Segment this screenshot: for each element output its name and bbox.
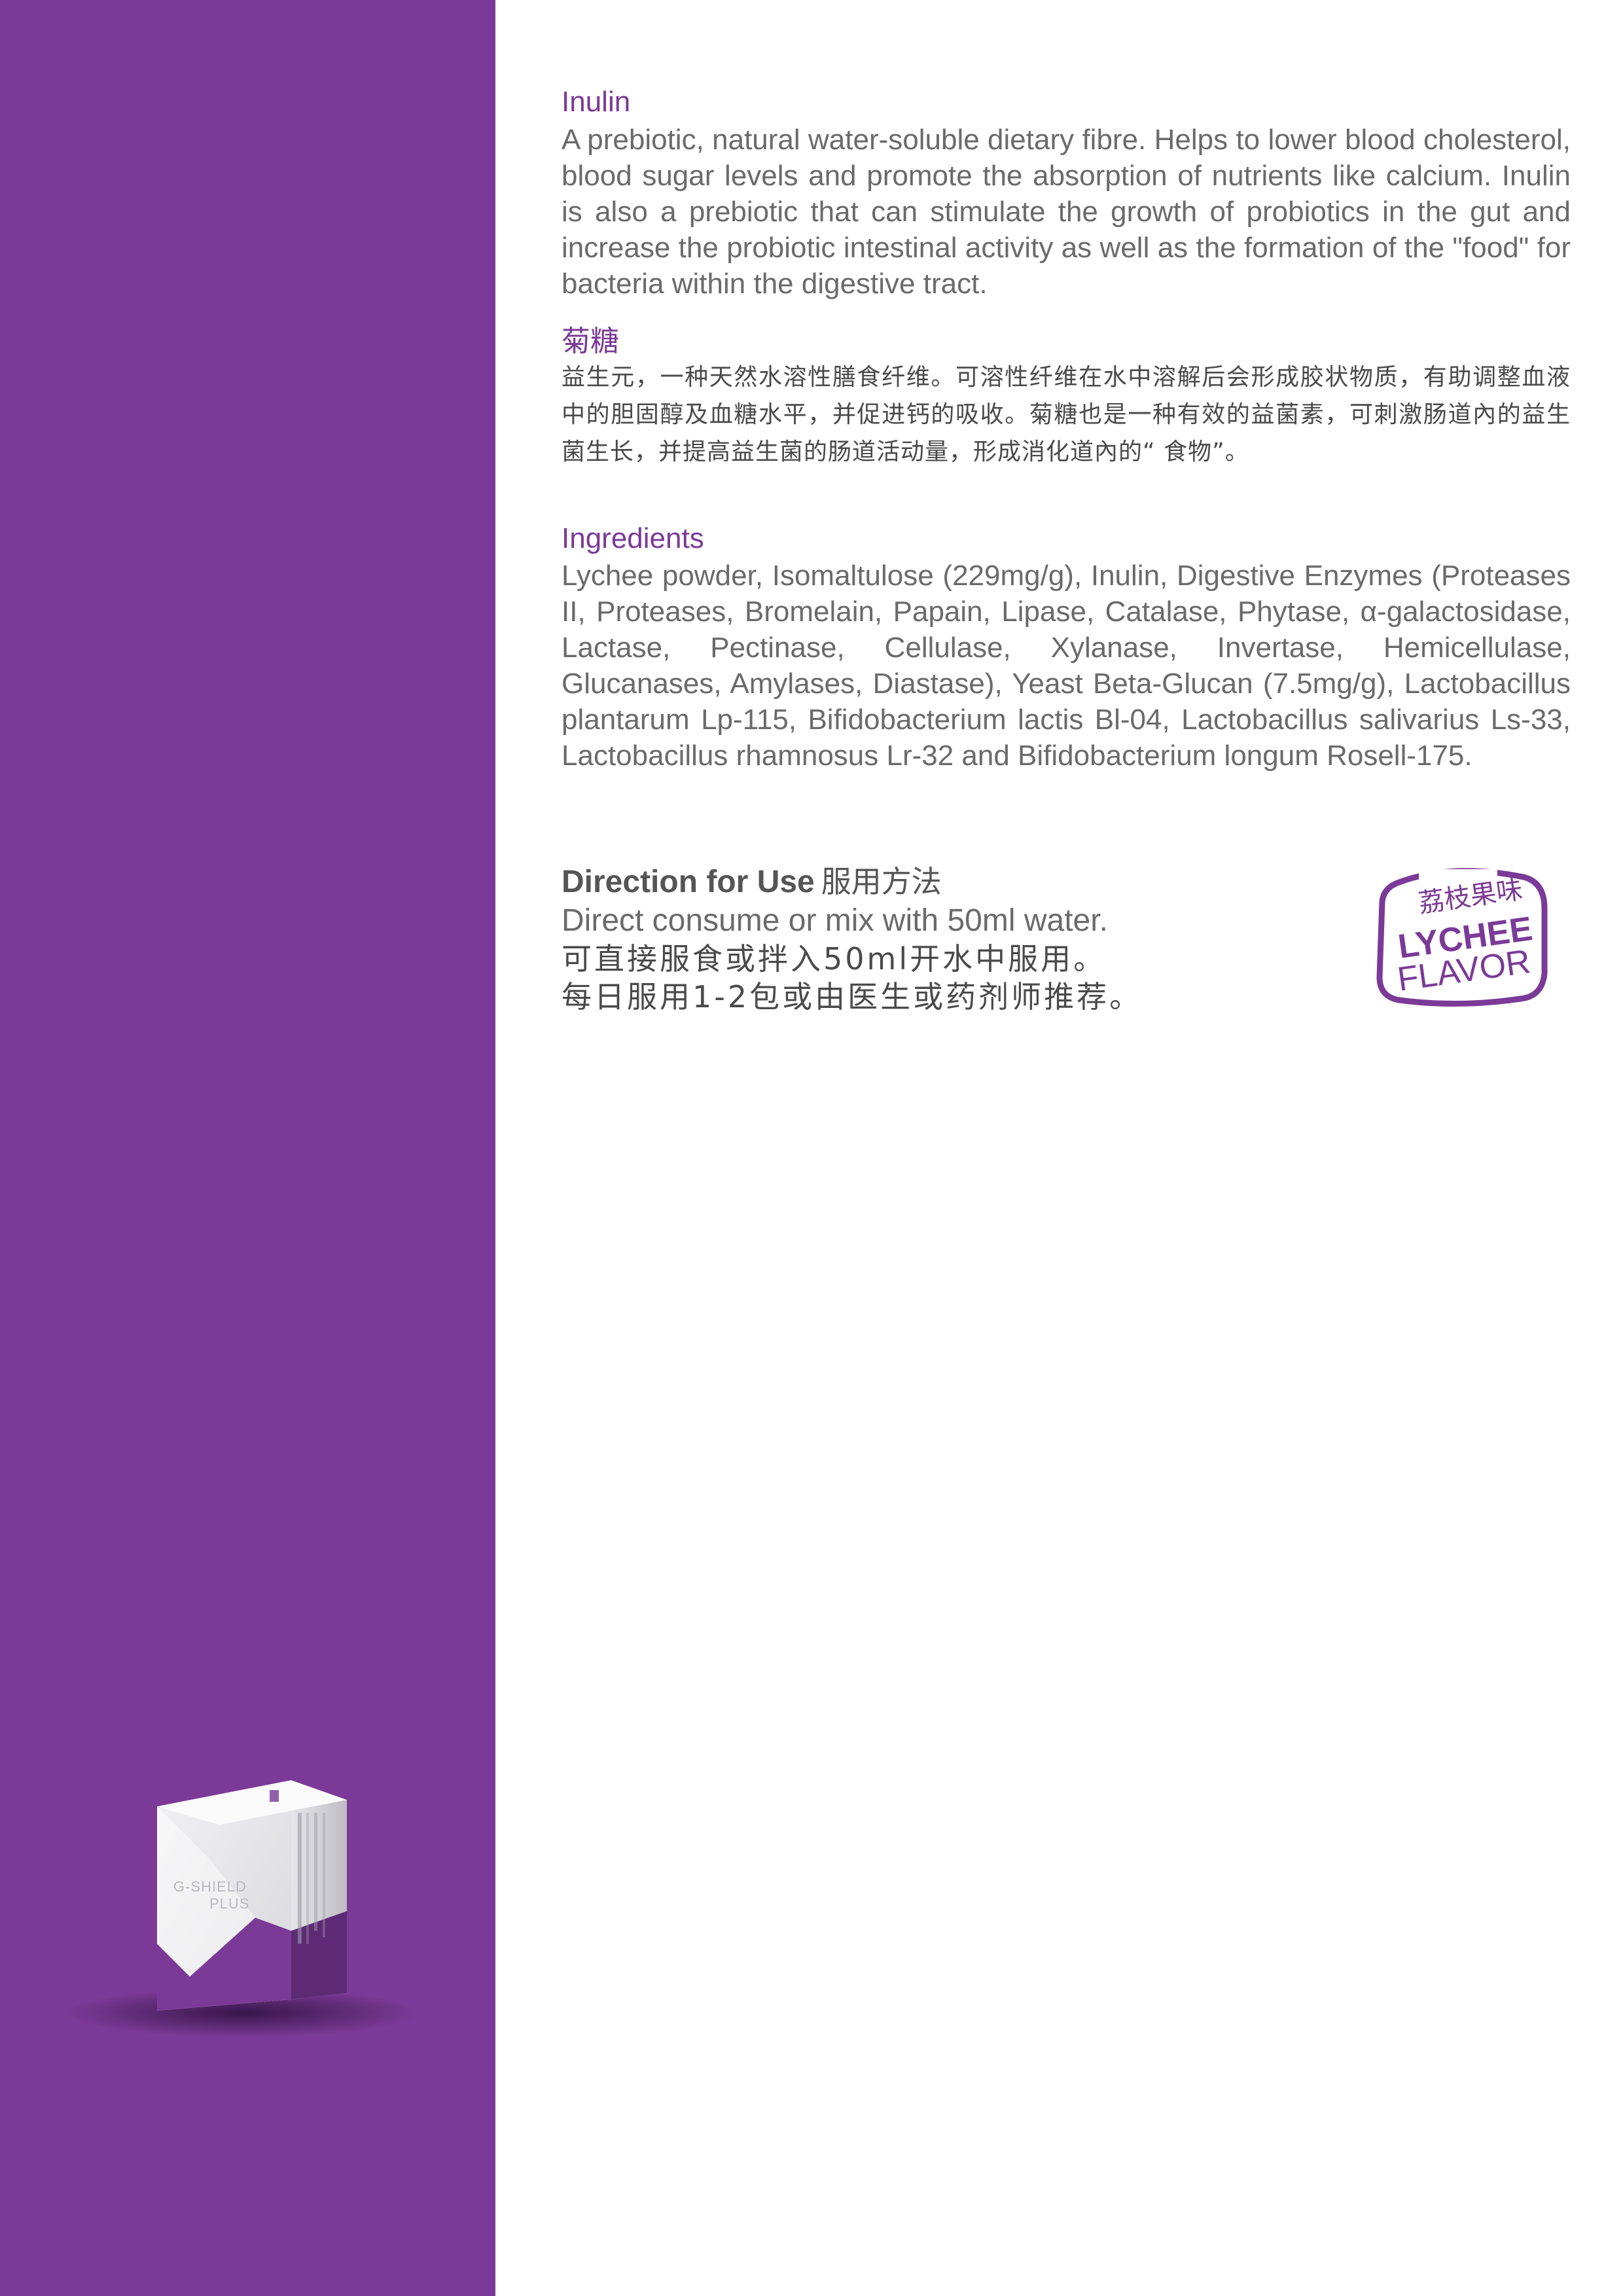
direction-heading: Direction for Use 服用方法 — [562, 863, 942, 901]
ingredients-heading: Ingredients — [562, 522, 704, 554]
direction-text-en: Direct consume or mix with 50ml water. — [562, 903, 1108, 938]
lychee-flavor-badge: 荔枝果味 LYCHEE FLAVOR — [1373, 863, 1550, 1013]
inulin-heading: Inulin — [562, 86, 631, 118]
direction-heading-en: Direction for Use — [562, 865, 815, 899]
direction-heading-cn: 服用方法 — [821, 864, 942, 899]
ingredients-list: Lychee powder, Isomaltulose (229mg/g), I… — [562, 560, 1571, 772]
direction-text-cn-2: 每日服用1-2包或由医生或药剂师推荐。 — [562, 979, 1143, 1014]
product-brand-line-2: PLUS — [209, 1895, 249, 1912]
inulin-cn-heading: 菊糖 — [562, 325, 619, 357]
product-brand-line-1: G-SHIELD — [173, 1878, 247, 1895]
product-box-image: G-SHIELD PLUS — [65, 1780, 419, 2037]
direction-text-cn-1: 可直接服食或拌入50ml开水中服用。 — [562, 941, 1107, 977]
inulin-cn-description: 益生元，一种天然水溶性膳食纤维。可溶性纤维在水中溶解后会形成胶状物质，有助调整血… — [562, 364, 1571, 465]
inulin-description: A prebiotic, natural water-soluble dieta… — [562, 124, 1571, 300]
